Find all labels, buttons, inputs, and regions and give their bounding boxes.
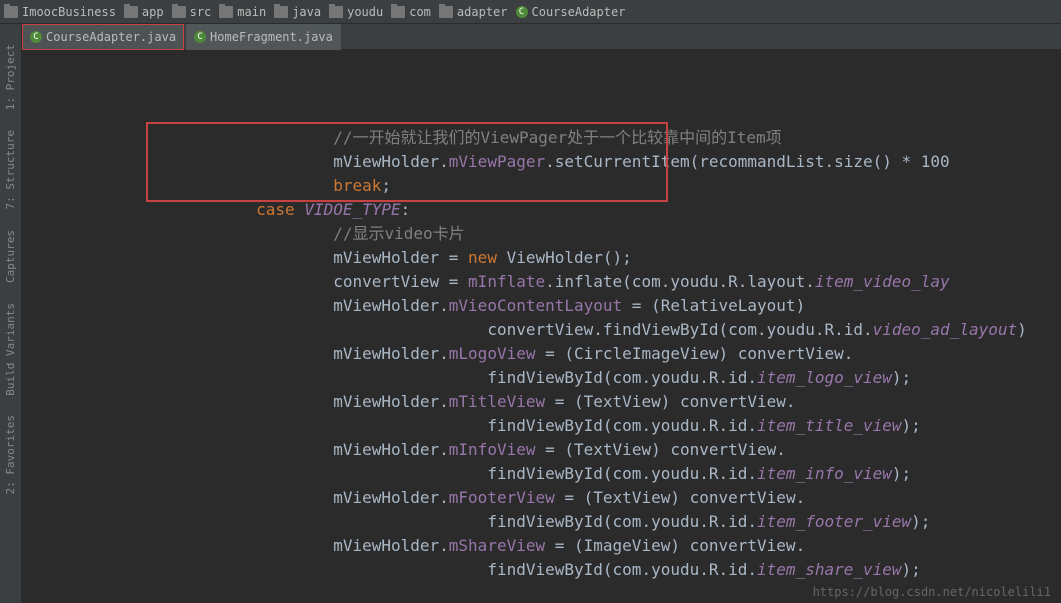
main-area: 1: Project 7: Structure Captures Build Vari… xyxy=(0,24,1061,603)
folder-icon xyxy=(274,6,288,18)
tool-window-button[interactable]: 7: Structure xyxy=(4,130,17,209)
breadcrumb-label: main xyxy=(237,5,266,19)
breadcrumb-label: src xyxy=(190,5,212,19)
code-line[interactable]: break; xyxy=(102,174,1061,198)
breadcrumb-label: CourseAdapter xyxy=(532,5,626,19)
class-icon: C xyxy=(516,6,528,18)
breadcrumb: ImoocBusiness app src main java youdu com adapt… xyxy=(0,0,1061,24)
breadcrumb-item[interactable]: src xyxy=(172,5,212,19)
breadcrumb-item[interactable]: adapter xyxy=(439,5,508,19)
watermark: https://blog.csdn.net/nicolelili1 xyxy=(813,585,1051,599)
breadcrumb-item[interactable]: ImoocBusiness xyxy=(4,5,116,19)
editor-tab[interactable]: C CourseAdapter.java xyxy=(22,24,184,50)
code-line[interactable]: mViewHolder.mLogoView = (CircleImageView… xyxy=(102,342,1061,366)
tool-window-button[interactable]: 1: Project xyxy=(4,44,17,110)
folder-icon xyxy=(124,6,138,18)
code-line[interactable]: convertView = mInflate.inflate(com.youdu… xyxy=(102,270,1061,294)
code-line[interactable]: mViewHolder.mShareView = (ImageView) con… xyxy=(102,534,1061,558)
code-line[interactable]: convertView.findViewById(com.youdu.R.id.… xyxy=(102,318,1061,342)
breadcrumb-item[interactable]: main xyxy=(219,5,266,19)
folder-icon xyxy=(439,6,453,18)
tool-window-bar-left: 1: Project 7: Structure Captures Build Vari… xyxy=(0,24,22,603)
tab-label: HomeFragment.java xyxy=(210,30,333,44)
breadcrumb-item[interactable]: youdu xyxy=(329,5,383,19)
breadcrumb-label: com xyxy=(409,5,431,19)
folder-icon xyxy=(391,6,405,18)
code-line[interactable]: findViewById(com.youdu.R.id.item_logo_vi… xyxy=(102,366,1061,390)
breadcrumb-item[interactable]: java xyxy=(274,5,321,19)
code-line[interactable]: mViewHolder = new ViewHolder(); xyxy=(102,246,1061,270)
code-line[interactable]: findViewById(com.youdu.R.id.item_footer_… xyxy=(102,510,1061,534)
breadcrumb-item[interactable]: C CourseAdapter xyxy=(516,5,626,19)
code-line[interactable]: //显示video卡片 xyxy=(102,222,1061,246)
class-icon: C xyxy=(194,31,206,43)
folder-icon xyxy=(219,6,233,18)
folder-icon xyxy=(4,6,18,18)
code-editor[interactable]: //一开始就让我们的ViewPager处于一个比较靠中间的Item项 mView… xyxy=(22,50,1061,603)
code-line[interactable]: //一开始就让我们的ViewPager处于一个比较靠中间的Item项 xyxy=(102,126,1061,150)
breadcrumb-label: java xyxy=(292,5,321,19)
code-line[interactable]: mViewHolder.mInfoView = (TextView) conve… xyxy=(102,438,1061,462)
class-icon: C xyxy=(30,31,42,43)
folder-icon xyxy=(172,6,186,18)
tool-window-button[interactable]: 2: Favorites xyxy=(4,415,17,494)
code-line[interactable]: findViewById(com.youdu.R.id.item_info_vi… xyxy=(102,462,1061,486)
code-line[interactable]: mViewHolder.mVieoContentLayout = (Relati… xyxy=(102,294,1061,318)
code-line[interactable]: findViewById(com.youdu.R.id.item_title_v… xyxy=(102,414,1061,438)
tool-window-button[interactable]: Captures xyxy=(4,230,17,283)
code-line[interactable]: findViewById(com.youdu.R.id.item_share_v… xyxy=(102,558,1061,582)
code-line[interactable]: mViewHolder.mFooterView = (TextView) con… xyxy=(102,486,1061,510)
breadcrumb-item[interactable]: com xyxy=(391,5,431,19)
code-line[interactable]: mViewHolder.mViewPager.setCurrentItem(re… xyxy=(102,150,1061,174)
code-line[interactable]: mViewHolder.mTitleView = (TextView) conv… xyxy=(102,390,1061,414)
editor-area: C CourseAdapter.java C HomeFragment.java //… xyxy=(22,24,1061,603)
tool-window-button[interactable]: Build Variants xyxy=(4,303,17,396)
breadcrumb-item[interactable]: app xyxy=(124,5,164,19)
editor-tab[interactable]: C HomeFragment.java xyxy=(186,24,341,50)
breadcrumb-label: ImoocBusiness xyxy=(22,5,116,19)
breadcrumb-label: adapter xyxy=(457,5,508,19)
breadcrumb-label: app xyxy=(142,5,164,19)
folder-icon xyxy=(329,6,343,18)
editor-tabs: C CourseAdapter.java C HomeFragment.java xyxy=(22,24,1061,50)
tab-label: CourseAdapter.java xyxy=(46,30,176,44)
breadcrumb-label: youdu xyxy=(347,5,383,19)
code-line[interactable]: case VIDOE_TYPE: xyxy=(102,198,1061,222)
